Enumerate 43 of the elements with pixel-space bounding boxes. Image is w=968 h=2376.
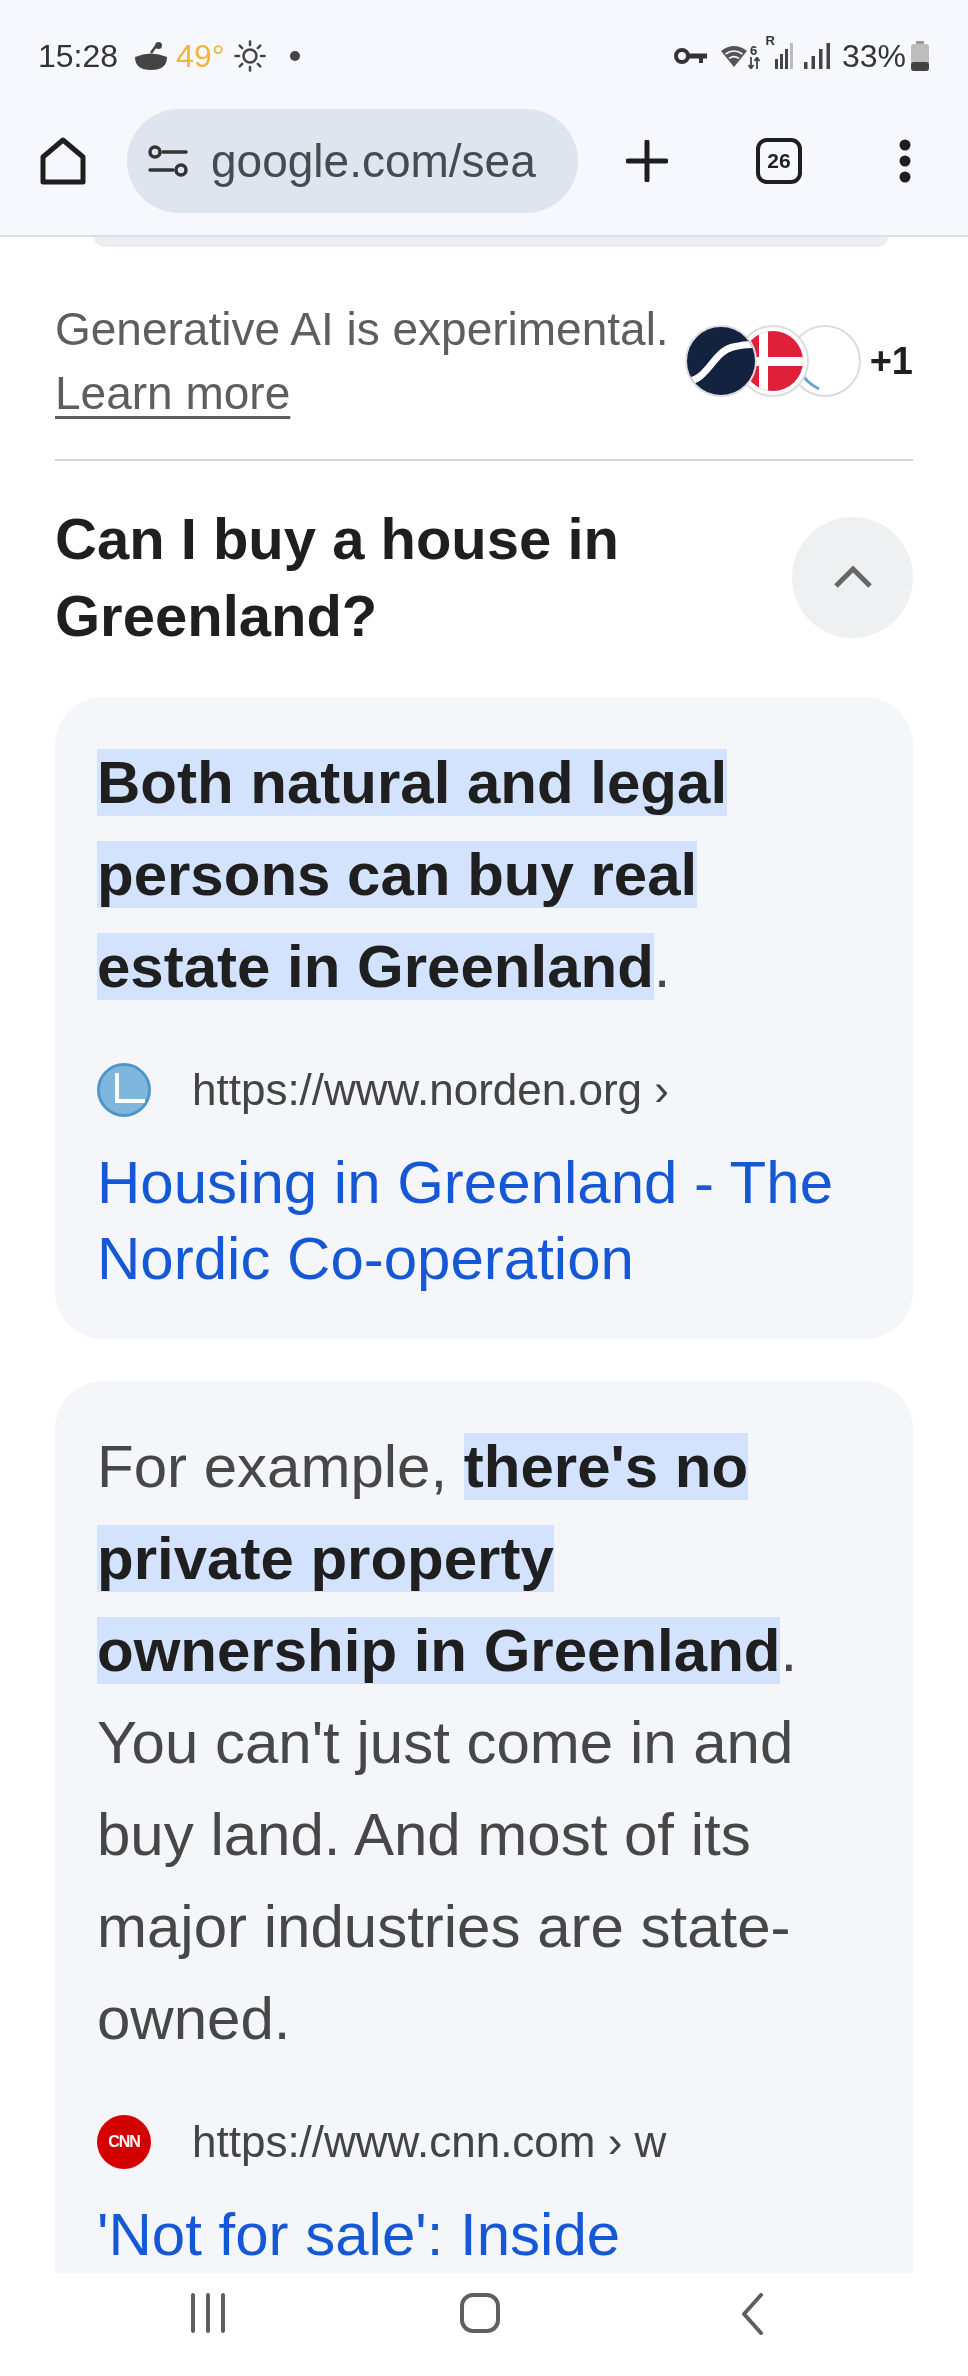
clock-time: 15:28 bbox=[38, 37, 119, 75]
temperature-text: 49° bbox=[176, 37, 225, 75]
roaming-text: R bbox=[765, 33, 775, 47]
answer-text: For example, there's no private property ownership in Greenland. You can't just come in and buy land. And most of its major industries are state-owned. bbox=[97, 1432, 799, 2054]
source-url: https://www.cnn.com › w bbox=[192, 2117, 667, 2167]
rounded-square-icon bbox=[460, 2293, 500, 2333]
wing-logo-icon bbox=[97, 1063, 151, 1117]
signal-icon bbox=[803, 43, 830, 69]
answer-text: Both natural and legal persons can buy real estate in Greenland. bbox=[97, 748, 729, 1002]
result-title-link[interactable]: Housing in Greenland - The Nordic Co-operation bbox=[97, 1145, 857, 1297]
battery-icon bbox=[911, 41, 929, 71]
question-heading: Can I buy a house in Greenland? bbox=[55, 505, 620, 650]
home-nav-button[interactable] bbox=[460, 2293, 500, 2333]
site-logo: CNN bbox=[97, 2115, 151, 2169]
bars-icon bbox=[189, 2293, 227, 2333]
more-vertical-icon bbox=[899, 139, 911, 183]
home-button[interactable] bbox=[40, 137, 86, 185]
address-bar[interactable]: google.com/sea bbox=[127, 109, 578, 213]
key-icon bbox=[673, 47, 707, 65]
tune-icon[interactable] bbox=[148, 145, 188, 177]
source-url: https://www.norden.org › bbox=[192, 1065, 669, 1115]
learn-more-link[interactable]: Learn more bbox=[55, 367, 291, 419]
wifi-icon bbox=[720, 45, 747, 67]
back-button[interactable] bbox=[740, 2293, 764, 2335]
tab-switcher-button[interactable]: 26 bbox=[756, 138, 802, 184]
result-title-link[interactable]: 'Not for sale': Inside bbox=[97, 2197, 857, 2273]
more-sources-count[interactable]: +1 bbox=[869, 339, 913, 383]
recent-apps-button[interactable] bbox=[189, 2293, 227, 2333]
new-tab-button[interactable] bbox=[626, 140, 668, 182]
disclaimer-text: Generative AI is experimental. Learn more bbox=[55, 302, 670, 421]
chevron-up-icon bbox=[832, 565, 873, 589]
back-icon bbox=[740, 2293, 764, 2335]
transfer-arrows-icon bbox=[747, 56, 760, 69]
url-text: google.com/sea bbox=[211, 134, 536, 188]
sun-icon bbox=[234, 40, 267, 72]
battery-percent-text: 33% bbox=[841, 37, 906, 75]
notification-dot-icon bbox=[290, 51, 301, 61]
wifi-standard-text: 6 bbox=[749, 43, 758, 57]
menu-button[interactable] bbox=[899, 139, 911, 183]
signal-icon bbox=[774, 43, 793, 69]
plus-icon bbox=[626, 140, 668, 182]
home-icon bbox=[40, 137, 86, 185]
alien-head-icon bbox=[134, 42, 169, 70]
